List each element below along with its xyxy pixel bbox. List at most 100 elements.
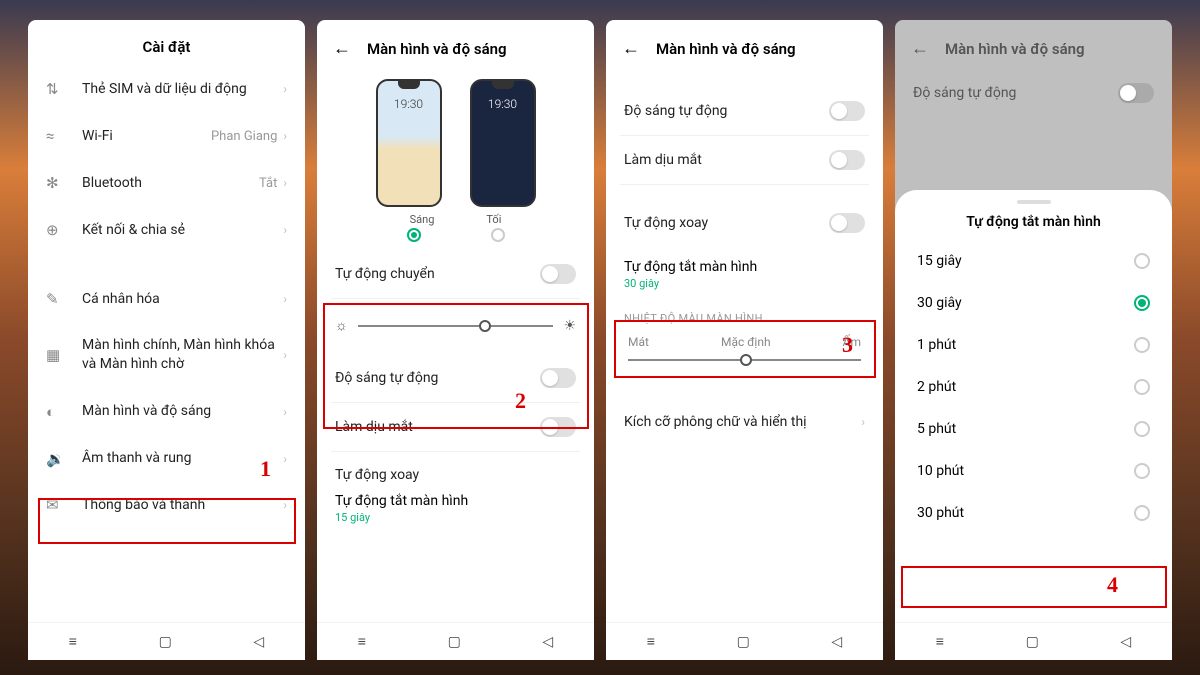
toggle-auto-switch[interactable] bbox=[540, 264, 576, 284]
paint-icon: ✎ bbox=[46, 290, 68, 308]
toggle-auto-brightness[interactable] bbox=[829, 101, 865, 121]
radio-icon bbox=[1134, 505, 1150, 521]
nav-home-icon[interactable]: ▢ bbox=[737, 634, 750, 650]
page-title: Cài đặt bbox=[28, 20, 305, 66]
row-label: Cá nhân hóa bbox=[82, 290, 283, 309]
option-30s[interactable]: 30 giây bbox=[895, 282, 1172, 324]
nav-home-icon[interactable]: ▢ bbox=[159, 634, 172, 650]
row-eye-care[interactable]: Làm dịu mắt bbox=[606, 136, 883, 184]
option-2m[interactable]: 2 phút bbox=[895, 366, 1172, 408]
page-title: Màn hình và độ sáng bbox=[945, 40, 1085, 58]
marker-3: 3 bbox=[842, 332, 853, 358]
preview-dark[interactable]: 19:30 bbox=[470, 79, 536, 207]
preview-time: 19:30 bbox=[488, 97, 517, 111]
row-display-brightness[interactable]: ◐ Màn hình và độ sáng › bbox=[28, 388, 305, 435]
nav-recent-icon[interactable]: ≡ bbox=[936, 633, 944, 650]
row-connect-share[interactable]: ⊕ Kết nối & chia sẻ › bbox=[28, 207, 305, 254]
sun-high-icon: ☀ bbox=[563, 318, 576, 334]
option-label: 15 giây bbox=[917, 253, 962, 269]
nav-recent-icon[interactable]: ≡ bbox=[358, 633, 366, 650]
row-sim[interactable]: ⇅ Thẻ SIM và dữ liệu di động › bbox=[28, 66, 305, 113]
nav-back-icon[interactable]: ◁ bbox=[542, 634, 553, 650]
row-label: Thẻ SIM và dữ liệu di động bbox=[82, 80, 283, 99]
nav-bar: ≡ ▢ ◁ bbox=[317, 622, 594, 660]
option-30m[interactable]: 30 phút bbox=[895, 492, 1172, 534]
nav-recent-icon[interactable]: ≡ bbox=[647, 633, 655, 650]
row-value: 30 giây bbox=[624, 277, 865, 290]
back-icon[interactable]: ← bbox=[622, 38, 640, 59]
nav-back-icon[interactable]: ◁ bbox=[831, 634, 842, 650]
row-label: Làm dịu mắt bbox=[335, 418, 540, 437]
row-personalize[interactable]: ✎ Cá nhân hóa › bbox=[28, 276, 305, 323]
toggle-auto-brightness[interactable] bbox=[540, 368, 576, 388]
option-15s[interactable]: 15 giây bbox=[895, 240, 1172, 282]
radio-icon bbox=[1134, 463, 1150, 479]
row-label: Tự động xoay bbox=[335, 466, 576, 485]
brightness-slider[interactable] bbox=[358, 325, 554, 327]
preview-light[interactable]: 19:30 bbox=[376, 79, 442, 207]
row-font-size[interactable]: Kích cỡ phông chữ và hiển thị › bbox=[606, 399, 883, 446]
option-5m[interactable]: 5 phút bbox=[895, 408, 1172, 450]
row-auto-rotate[interactable]: Tự động xoay bbox=[317, 452, 594, 489]
row-screen-off[interactable]: Tự động tắt màn hình 30 giây bbox=[606, 247, 883, 302]
row-homescreen-lock[interactable]: ▦ Màn hình chính, Màn hình khóa và Màn h… bbox=[28, 322, 305, 388]
nav-home-icon[interactable]: ▢ bbox=[1026, 634, 1039, 650]
mode-radios bbox=[317, 228, 594, 250]
chevron-right-icon: › bbox=[283, 452, 287, 466]
marker-2: 2 bbox=[515, 388, 526, 414]
brightness-slider-row: ☼ ☀ bbox=[317, 299, 594, 354]
radio-icon bbox=[1134, 295, 1150, 311]
option-label: 30 giây bbox=[917, 295, 962, 311]
chevron-right-icon: › bbox=[283, 498, 287, 512]
mode-light-label: Sáng bbox=[410, 213, 435, 226]
chevron-right-icon: › bbox=[283, 292, 287, 306]
toggle-eye-care[interactable] bbox=[829, 150, 865, 170]
back-icon[interactable]: ← bbox=[911, 38, 929, 59]
option-1m[interactable]: 1 phút bbox=[895, 324, 1172, 366]
marker-4: 4 bbox=[1107, 572, 1118, 598]
marker-1: 1 bbox=[260, 456, 271, 482]
row-eye-care[interactable]: Làm dịu mắt bbox=[317, 403, 594, 451]
sound-icon: 🔉 bbox=[46, 450, 68, 468]
row-label: Màn hình chính, Màn hình khóa và Màn hìn… bbox=[82, 336, 283, 374]
sheet-handle[interactable] bbox=[1017, 200, 1051, 204]
option-10m[interactable]: 10 phút bbox=[895, 450, 1172, 492]
row-label: Màn hình và độ sáng bbox=[82, 402, 283, 421]
nav-bar: ≡ ▢ ◁ bbox=[895, 622, 1172, 660]
chevron-right-icon: › bbox=[283, 223, 287, 237]
nav-home-icon[interactable]: ▢ bbox=[448, 634, 461, 650]
chevron-right-icon: › bbox=[283, 82, 287, 96]
row-label: Âm thanh và rung bbox=[82, 449, 283, 468]
row-label: Thông báo và thanh bbox=[82, 496, 283, 515]
toggle-auto-brightness bbox=[1118, 83, 1154, 103]
nav-back-icon[interactable]: ◁ bbox=[1120, 634, 1131, 650]
page-header: ← Màn hình và độ sáng bbox=[895, 20, 1172, 69]
screen-timeout-sheet: ← Màn hình và độ sáng Độ sáng tự động Tự… bbox=[895, 20, 1172, 660]
row-auto-brightness[interactable]: Độ sáng tự động bbox=[606, 87, 883, 135]
spacer bbox=[606, 185, 883, 199]
temp-default: Mặc định bbox=[721, 335, 771, 349]
row-auto-switch[interactable]: Tự động chuyển bbox=[317, 250, 594, 298]
row-bluetooth[interactable]: ✻ Bluetooth Tắt › bbox=[28, 160, 305, 207]
row-auto-brightness[interactable]: Độ sáng tự động bbox=[317, 354, 594, 402]
radio-dark[interactable] bbox=[491, 228, 505, 242]
slider-thumb[interactable] bbox=[740, 354, 752, 366]
chevron-right-icon: › bbox=[283, 176, 287, 190]
nav-back-icon[interactable]: ◁ bbox=[253, 634, 264, 650]
notch bbox=[398, 81, 420, 89]
page-title: Màn hình và độ sáng bbox=[367, 40, 507, 58]
temp-cool: Mát bbox=[628, 335, 649, 349]
back-icon[interactable]: ← bbox=[333, 38, 351, 59]
row-notifications[interactable]: ✉ Thông báo và thanh › bbox=[28, 482, 305, 529]
bell-icon: ✉ bbox=[46, 496, 68, 514]
row-auto-rotate[interactable]: Tự động xoay bbox=[606, 199, 883, 247]
toggle-eye-care[interactable] bbox=[540, 417, 576, 437]
toggle-auto-rotate[interactable] bbox=[829, 213, 865, 233]
color-temp-slider[interactable] bbox=[628, 359, 861, 361]
row-wifi[interactable]: ≈ Wi-Fi Phan Giang › bbox=[28, 113, 305, 160]
nav-recent-icon[interactable]: ≡ bbox=[69, 633, 77, 650]
slider-thumb[interactable] bbox=[479, 320, 491, 332]
radio-icon bbox=[1134, 253, 1150, 269]
radio-light[interactable] bbox=[407, 228, 421, 242]
row-screen-off[interactable]: Tự động tắt màn hình 15 giây bbox=[317, 489, 594, 536]
